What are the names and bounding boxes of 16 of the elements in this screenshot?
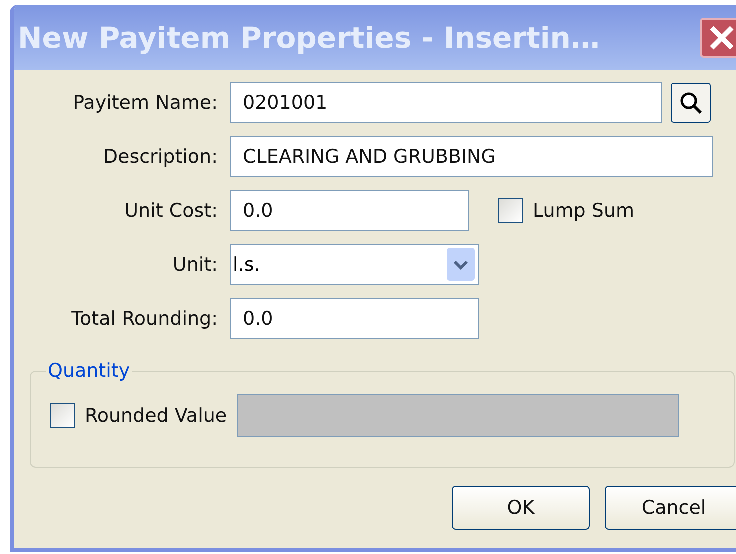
checkbox-label: Rounded Value (85, 404, 228, 426)
input-field[interactable]: 0.0 (230, 298, 479, 339)
dropdown[interactable]: l.s. (230, 244, 479, 285)
field-label: Unit Cost: (124, 200, 218, 222)
window-title: New Payitem Properties - Insertin… (18, 20, 600, 54)
group-title: Quantity (47, 360, 132, 382)
cancel-button[interactable]: Cancel (605, 486, 736, 530)
field-label: Description: (102, 146, 218, 168)
checkbox-label: Lump Sum (533, 200, 635, 222)
input-field[interactable]: 0201001 (230, 82, 662, 123)
input-field[interactable]: CLEARING AND GRUBBING (230, 136, 713, 177)
field-label: Unit: (172, 254, 218, 276)
field-label: Total Rounding: (70, 308, 218, 330)
ok-button[interactable]: OK (452, 486, 590, 530)
input-field[interactable]: 0.0 (230, 190, 469, 231)
field-label: Payitem Name: (72, 92, 218, 114)
